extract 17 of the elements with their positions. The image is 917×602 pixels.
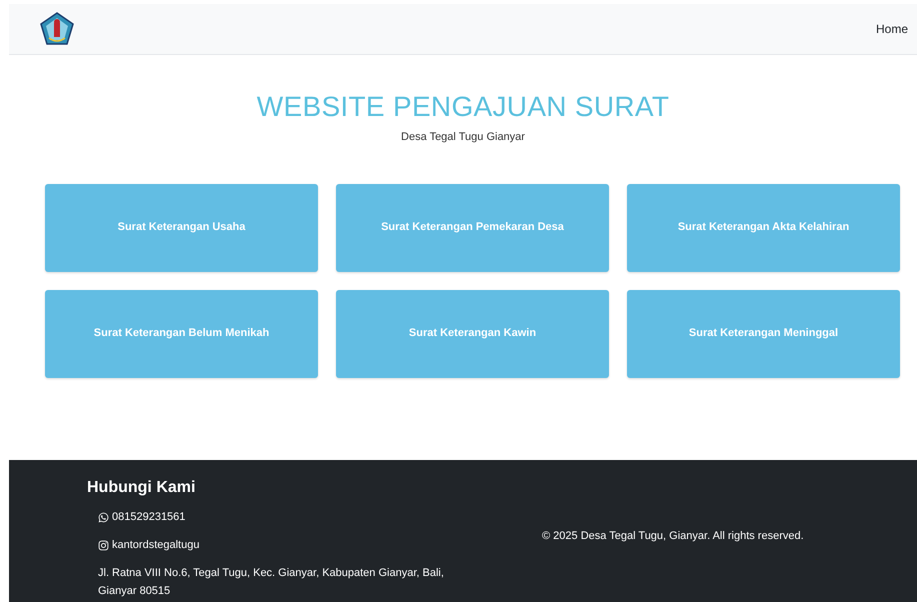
service-card-button[interactable]: Surat Keterangan Akta Kelahiran bbox=[627, 184, 900, 272]
service-card-button[interactable]: Surat Keterangan Meninggal bbox=[627, 290, 900, 378]
whatsapp-icon bbox=[98, 512, 109, 522]
service-card-button[interactable]: Surat Keterangan Pemekaran Desa bbox=[336, 184, 609, 272]
contact-text: kantordstegaltugu bbox=[112, 538, 200, 553]
page-subtitle: Desa Tegal Tugu Gianyar bbox=[401, 130, 525, 145]
emblem-logo bbox=[39, 11, 75, 47]
contact-text: 081529231561 bbox=[112, 510, 186, 525]
service-card-button[interactable]: Surat Keterangan Kawin bbox=[336, 290, 609, 378]
address-text: Jl. Ratna VIII No.6, Tegal Tugu, Kec. Gianyar, Kabupaten Gianyar, Bali, Gianyar 80515 bbox=[98, 566, 445, 599]
page-title: WEBSITE PENGAJUAN SURAT bbox=[256, 90, 670, 124]
service-card-button[interactable]: Surat Keterangan Usaha bbox=[45, 184, 318, 272]
copyright-text: © 2025 Desa Tegal Tugu, Gianyar. All rights reserved. bbox=[542, 529, 805, 544]
footer-heading: Hubungi Kami bbox=[87, 478, 196, 498]
instagram-icon bbox=[98, 540, 109, 550]
nav-link[interactable]: Home bbox=[876, 20, 908, 38]
service-card-button[interactable]: Surat Keterangan Belum Menikah bbox=[45, 290, 318, 378]
